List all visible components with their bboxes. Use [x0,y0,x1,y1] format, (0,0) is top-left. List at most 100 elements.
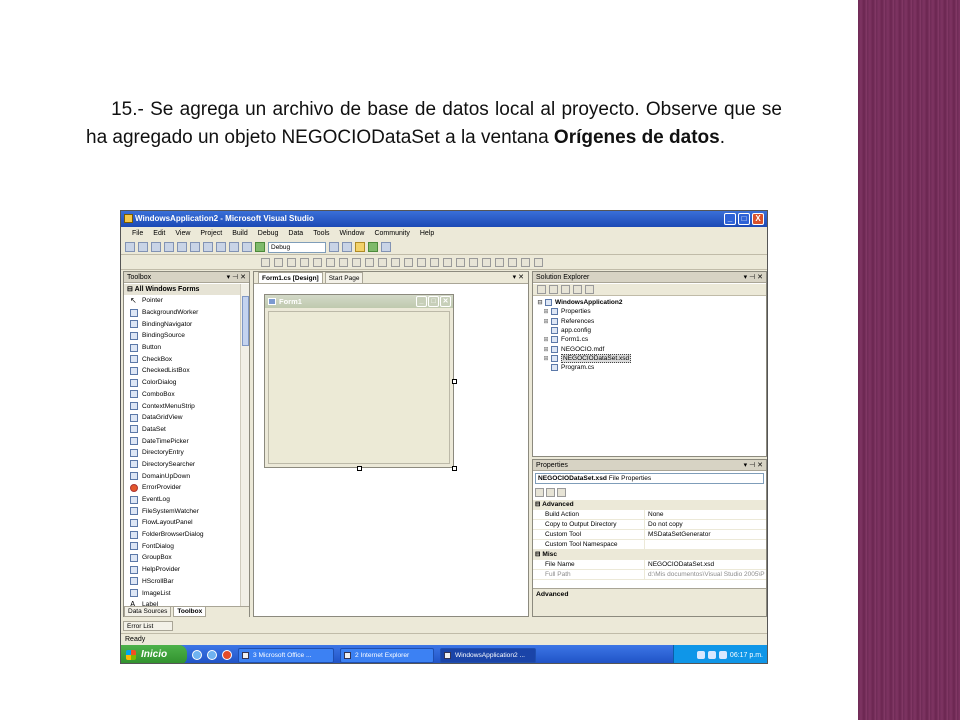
align-tops-icon[interactable] [300,258,309,267]
expand-icon[interactable]: ⊞ [543,346,549,353]
media-quicklaunch-icon[interactable] [222,650,232,660]
align-bottoms-icon[interactable] [326,258,335,267]
menu-help[interactable]: Help [415,228,439,240]
taskbar-task-office[interactable]: 3 Microsoft Office ... [238,647,334,663]
menu-tools[interactable]: Tools [308,228,334,240]
menu-file[interactable]: File [127,228,148,240]
undo-icon[interactable] [229,242,239,252]
make-same-width-icon[interactable] [339,258,348,267]
document-close-icon[interactable]: ▾ ✕ [513,272,524,284]
make-same-height-icon[interactable] [352,258,361,267]
menu-project[interactable]: Project [195,228,227,240]
center-horizontally-icon[interactable] [430,258,439,267]
resize-handle-bottom[interactable] [357,466,362,471]
toolbox-item[interactable]: BackgroundWorker [124,307,240,319]
refresh-icon[interactable] [561,285,570,294]
taskbar-task-ie[interactable]: 2 Internet Explorer [340,647,434,663]
tree-item[interactable]: ⊞ NEGOCIO.mdf [537,344,631,353]
tab-start-page[interactable]: Start Page [324,272,364,283]
toolbox-item[interactable]: FlowLayoutPanel [124,517,240,529]
snap-grid-icon[interactable] [508,258,517,267]
align-middles-icon[interactable] [313,258,322,267]
category-advanced[interactable]: ⊟ Advanced [533,500,766,510]
view-code-icon[interactable] [573,285,582,294]
property-row[interactable]: Full Path d:\Mis documentos\Visual Studio… [533,570,766,580]
toolbox-scrollbar[interactable] [240,284,249,606]
scroll-thumb[interactable] [242,296,249,346]
align-rights-icon[interactable] [287,258,296,267]
toolbox-group-header[interactable]: ⊟ All Windows Forms [124,284,240,295]
menu-edit[interactable]: Edit [148,228,170,240]
alphabetical-icon[interactable] [546,487,555,497]
ie-quicklaunch-icon[interactable] [192,650,202,660]
property-row[interactable]: File Name NEGOCIODataSet.xsd [533,560,766,570]
menu-data[interactable]: Data [283,228,308,240]
tree-item[interactable]: ⊞ Form1.cs [537,335,631,344]
taskbar-task-vs[interactable]: WindowsApplication2 ... [440,647,536,663]
object-selector[interactable]: NEGOCIODataSet.xsd File Properties [535,473,764,484]
property-value[interactable]: NEGOCIODataSet.xsd [645,560,766,569]
menu-community[interactable]: Community [369,228,414,240]
toolbox-icon[interactable] [368,242,378,252]
minimize-button[interactable]: _ [724,213,736,225]
category-misc[interactable]: ⊟ Misc [533,550,766,560]
collapse-icon[interactable]: ⊟ [537,299,543,306]
add-item-icon[interactable] [138,242,148,252]
panel-controls-icon[interactable]: ▾ ⊣ ✕ [744,460,763,471]
tree-root[interactable]: ⊟ WindowsApplication2 [537,298,631,307]
property-value[interactable] [645,540,766,549]
toolbox-item[interactable]: DirectoryEntry [124,447,240,459]
resize-handle-right[interactable] [452,379,457,384]
bring-to-front-icon[interactable] [456,258,465,267]
find-icon[interactable] [329,242,339,252]
expand-icon[interactable]: ⊞ [543,355,549,362]
property-row[interactable]: Build Action None [533,510,766,520]
toolbox-item[interactable]: DataSet [124,424,240,436]
property-pages-icon[interactable] [557,487,566,497]
show-all-files-icon[interactable] [549,285,558,294]
panel-controls-icon[interactable]: ▾ ⊣ ✕ [227,272,246,283]
horizontal-spacing-icon[interactable] [378,258,387,267]
increase-spacing-icon[interactable] [391,258,400,267]
send-to-back-icon[interactable] [469,258,478,267]
toolbox-item[interactable]: ColorDialog [124,377,240,389]
form1-client-area[interactable] [268,311,450,464]
toolbox-item[interactable]: HelpProvider [124,564,240,576]
toolbox-item[interactable]: CheckBox [124,353,240,365]
new-project-icon[interactable] [125,242,135,252]
property-row[interactable]: Copy to Output Directory Do not copy [533,520,766,530]
copy-icon[interactable] [203,242,213,252]
lock-controls-icon[interactable] [482,258,491,267]
start-debug-icon[interactable] [255,242,265,252]
panel-controls-icon[interactable]: ▾ ⊣ ✕ [744,272,763,283]
toolbox-item[interactable]: FolderBrowserDialog [124,529,240,541]
toolbox-item[interactable]: BindingSource [124,330,240,342]
volume-icon[interactable] [707,651,716,659]
tab-toolbox[interactable]: Toolbox [173,607,207,617]
view-designer-icon[interactable] [585,285,594,294]
menu-build[interactable]: Build [227,228,253,240]
toolbox-item[interactable]: DirectorySearcher [124,459,240,471]
toolbox-item[interactable]: GroupBox [124,552,240,564]
property-row[interactable]: Custom Tool Namespace [533,540,766,550]
toolbox-item[interactable]: DateTimePicker [124,435,240,447]
tab-order-icon[interactable] [495,258,504,267]
menu-window[interactable]: Window [335,228,370,240]
vertical-spacing-icon[interactable] [417,258,426,267]
toolbox-item[interactable]: ↖ Pointer [124,295,240,307]
antivirus-icon[interactable] [718,651,727,659]
tree-item[interactable]: Program.cs [537,363,631,372]
toolbox-item[interactable]: EventLog [124,494,240,506]
network-icon[interactable] [696,651,705,659]
align-centers-icon[interactable] [274,258,283,267]
property-row[interactable]: Custom Tool MSDataSetGenerator [533,530,766,540]
toolbox-item[interactable]: FileSystemWatcher [124,505,240,517]
maximize-button[interactable]: □ [738,213,750,225]
property-value[interactable]: Do not copy [645,520,766,529]
open-icon[interactable] [151,242,161,252]
object-browser-icon[interactable] [381,242,391,252]
properties-icon[interactable] [355,242,365,252]
tree-item[interactable]: ⊞ Properties [537,307,631,316]
tree-item[interactable]: app.config [537,326,631,335]
menu-view[interactable]: View [170,228,195,240]
